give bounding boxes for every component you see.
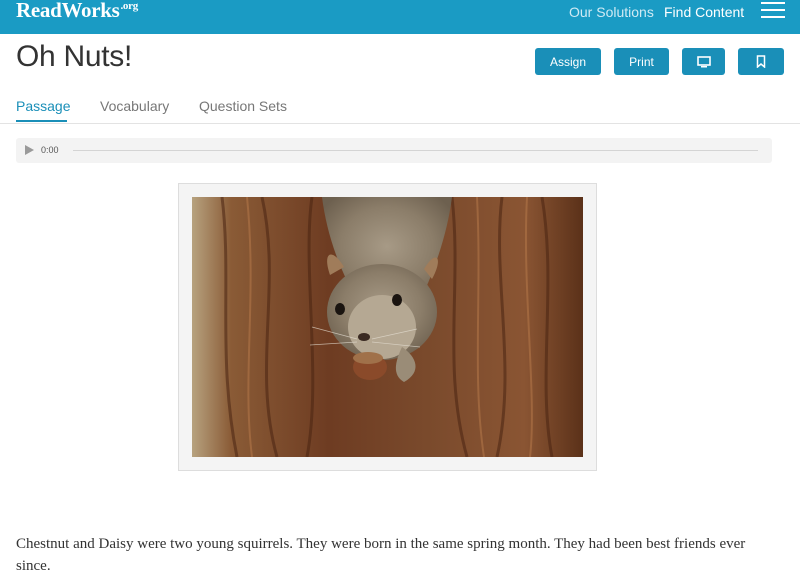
squirrel-photo: [192, 197, 583, 457]
audio-time: 0:00: [41, 145, 59, 155]
assign-button[interactable]: Assign: [535, 48, 601, 75]
passage-image-frame: [178, 183, 597, 471]
bookmark-button[interactable]: [738, 48, 784, 75]
audio-player: 0:00: [16, 138, 772, 163]
passage-text: Chestnut and Daisy were two young squirr…: [16, 536, 746, 574]
play-icon[interactable]: [25, 145, 34, 155]
active-tab-indicator: [16, 120, 67, 122]
tab-passage[interactable]: Passage: [16, 98, 70, 114]
top-nav-bar: ReadWorks.org Our Solutions Find Content: [0, 0, 800, 34]
nav-our-solutions[interactable]: Our Solutions: [569, 4, 654, 20]
monitor-icon: [696, 55, 711, 67]
audio-progress-track[interactable]: [73, 150, 758, 151]
print-button[interactable]: Print: [614, 48, 669, 75]
tabs-divider: [0, 123, 800, 124]
tab-question-sets[interactable]: Question Sets: [199, 98, 287, 114]
tab-vocabulary[interactable]: Vocabulary: [100, 98, 169, 114]
bookmark-icon: [756, 55, 766, 68]
logo-text: ReadWorks: [16, 0, 120, 22]
readworks-logo[interactable]: ReadWorks.org: [16, 0, 138, 23]
nav-find-content[interactable]: Find Content: [664, 4, 744, 20]
page-title: Oh Nuts!: [16, 40, 132, 73]
present-button[interactable]: [682, 48, 725, 75]
hamburger-icon[interactable]: [761, 2, 785, 20]
logo-suffix: .org: [120, 0, 138, 12]
